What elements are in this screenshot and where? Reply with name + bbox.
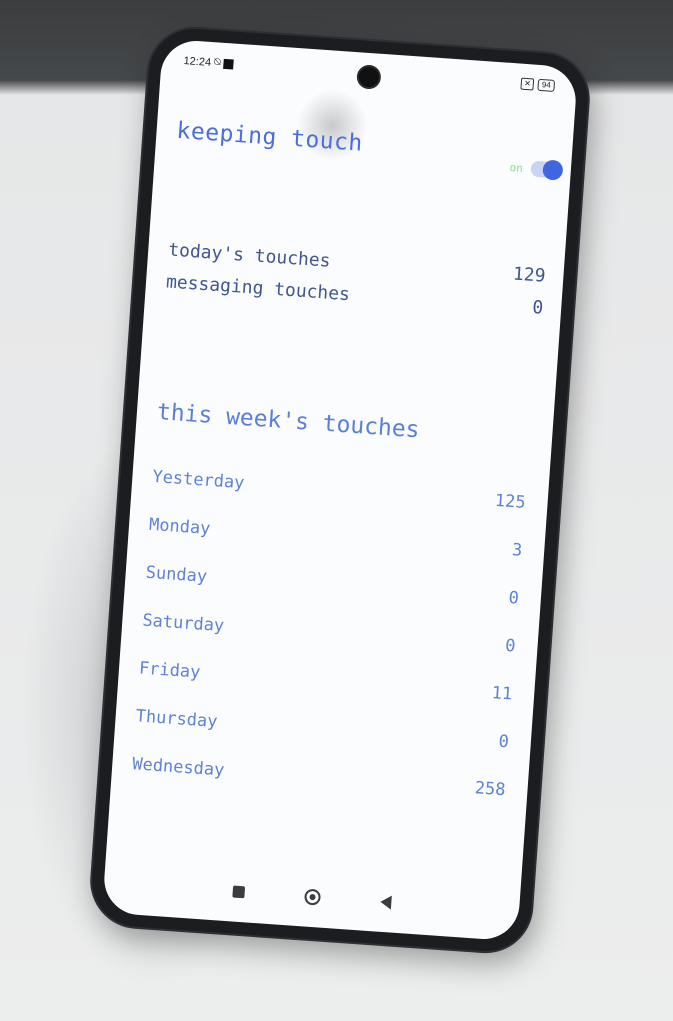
day-value: 258 — [474, 778, 507, 801]
phone-device: 12:24 ⍉ ✕ 94 keeping touch on today's to… — [89, 25, 591, 955]
recents-button[interactable] — [231, 885, 245, 899]
phone-screen: 12:24 ⍉ ✕ 94 keeping touch on today's to… — [101, 38, 579, 942]
day-value: 11 — [491, 683, 513, 705]
today-stats: today's touches 129 messaging touches 0 — [165, 239, 547, 329]
day-label: Monday — [148, 514, 212, 540]
status-right: ✕ 94 — [520, 77, 556, 92]
toggle-switch[interactable] — [530, 159, 564, 181]
status-left: 12:24 ⍉ — [183, 54, 234, 70]
week-list: Yesterday 125 Monday 3 Sunday 0 Saturday… — [131, 449, 528, 810]
day-label: Friday — [138, 658, 202, 683]
day-label: Yesterday — [151, 466, 246, 494]
service-toggle[interactable]: on — [509, 159, 564, 181]
day-value: 0 — [507, 588, 520, 609]
day-label: Saturday — [141, 610, 225, 637]
navigation-bar — [103, 869, 520, 926]
notification-square-icon — [223, 58, 234, 70]
day-value: 0 — [504, 635, 517, 657]
week-heading: this week's touches — [156, 399, 421, 444]
toggle-label: on — [509, 160, 524, 175]
day-value: 125 — [494, 490, 527, 513]
stat-label: today's touches — [167, 239, 332, 272]
toggle-knob — [542, 159, 564, 181]
home-button[interactable] — [303, 888, 321, 906]
day-value: 3 — [511, 540, 523, 561]
day-label: Sunday — [145, 562, 208, 587]
status-time: 12:24 — [183, 54, 212, 69]
bell-off-icon: ⍉ — [213, 56, 222, 69]
day-label: Thursday — [135, 706, 219, 732]
battery-indicator: 94 — [537, 78, 556, 92]
day-value: 0 — [497, 731, 510, 753]
day-label: Wednesday — [131, 754, 225, 781]
no-sim-icon: ✕ — [520, 77, 535, 91]
stat-value: 0 — [531, 296, 544, 319]
back-button[interactable] — [379, 894, 392, 910]
stat-value: 129 — [512, 263, 547, 287]
